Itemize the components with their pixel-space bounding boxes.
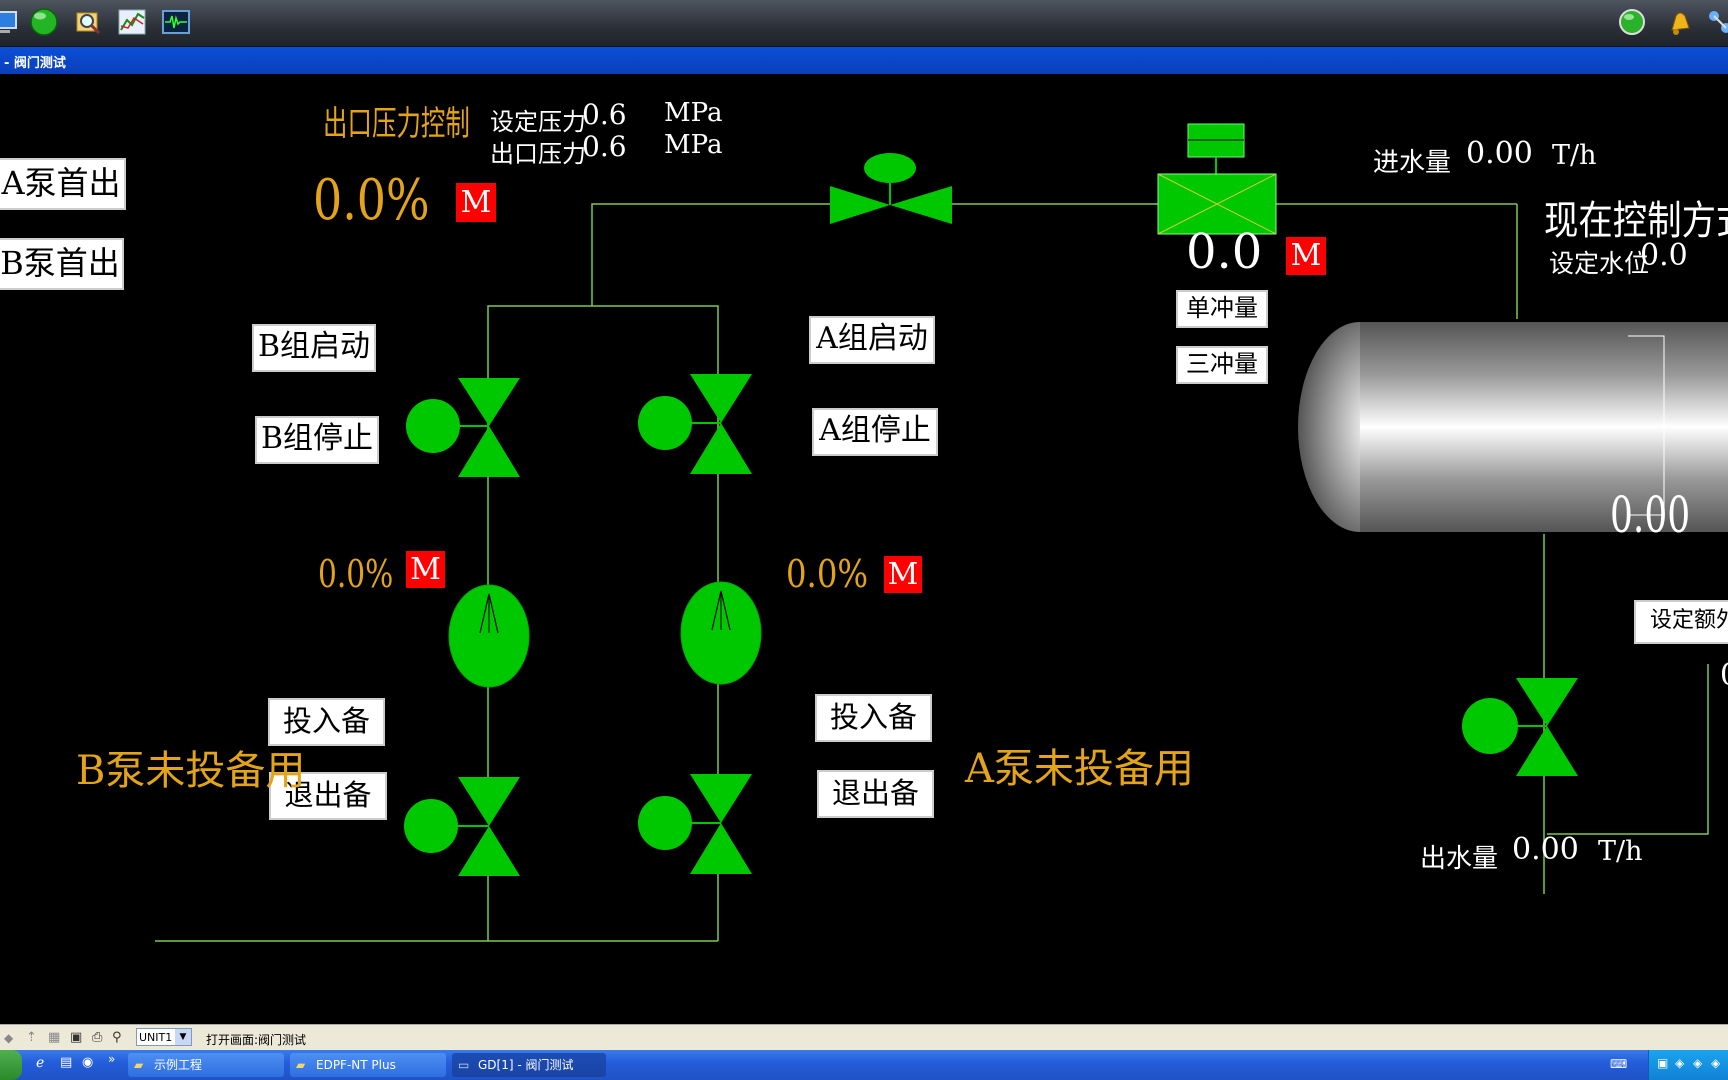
- magnifier-icon[interactable]: [72, 6, 104, 38]
- status-message: 打开画面:阀门测试: [206, 1033, 307, 1047]
- unit-select[interactable]: UNIT1 ▼: [136, 1028, 192, 1046]
- tray-icon[interactable]: ▣: [1657, 1056, 1668, 1070]
- drum-side-value: 0: [1720, 658, 1728, 693]
- a-standby-out-button[interactable]: 退出备用: [817, 770, 934, 852]
- b-pump-mode-indicator[interactable]: M: [406, 551, 445, 588]
- a-outlet-motor-label: M: [651, 731, 682, 764]
- start-button[interactable]: [0, 1050, 22, 1080]
- b-pump[interactable]: [448, 584, 530, 688]
- taskbar-item-gd-valve-test[interactable]: ▭ GD[1] - 阀门测试: [452, 1053, 606, 1077]
- up-icon[interactable]: ⇡: [26, 1030, 37, 1045]
- outflow-unit: T/h: [1598, 836, 1643, 867]
- triple-impulse-button[interactable]: 三冲量: [1176, 346, 1268, 384]
- outlet-pressure-unit: MPa: [664, 130, 723, 160]
- b-outlet-motor-label: M: [417, 734, 448, 767]
- unit-select-value: UNIT1: [139, 1031, 173, 1044]
- a-standby-in-button[interactable]: 投入备用: [815, 694, 932, 776]
- control-mode-label: 现在控制方式为:: [1544, 198, 1728, 244]
- status-green-icon[interactable]: [1616, 6, 1648, 38]
- a-pump-output: 0.0%: [786, 552, 869, 596]
- chevron-down-icon[interactable]: ▼: [175, 1029, 191, 1045]
- b-group-outlet-valve[interactable]: [404, 777, 520, 876]
- taskbar-item-example-project[interactable]: ▰ 示例工程: [128, 1053, 284, 1077]
- a-inlet-motor-label: M: [651, 331, 682, 364]
- oscilloscope-icon[interactable]: [160, 6, 192, 38]
- process-diagram: [155, 123, 1728, 942]
- feed-flow-value: 0.00: [1466, 136, 1533, 171]
- b-group-stop-button[interactable]: B组停止: [255, 416, 379, 464]
- ie-icon[interactable]: ℯ: [36, 1055, 44, 1071]
- outlet-pressure-label: 出口压力: [490, 140, 586, 168]
- outflow-label: 出水量: [1420, 844, 1499, 874]
- b-pump-output: 0.0%: [318, 552, 394, 596]
- top-toolbar: [0, 0, 1728, 47]
- window-title: - 阀门测试: [4, 56, 66, 71]
- print-icon[interactable]: ⎙: [92, 1030, 102, 1045]
- a-group-outlet-valve[interactable]: [638, 774, 752, 874]
- pressure-control-title: 出口压力控制: [323, 104, 470, 144]
- save-icon[interactable]: ▣: [70, 1030, 82, 1045]
- b-group-start-button[interactable]: B组启动: [252, 324, 376, 372]
- folder-icon: ▰: [134, 1058, 144, 1072]
- green-ball-icon[interactable]: [28, 6, 60, 38]
- b-inlet-motor-label: M: [419, 334, 450, 367]
- monitor-icon[interactable]: [0, 6, 22, 38]
- a-group-start-button[interactable]: A组启动: [809, 316, 935, 364]
- set-pressure-unit: MPa: [664, 98, 723, 128]
- extra-setting-button[interactable]: 设定额外的出: [1634, 600, 1728, 644]
- a-pump-first-out-button[interactable]: A泵首出: [0, 158, 126, 210]
- drum-level-value: 0.00: [1610, 486, 1691, 544]
- back-icon[interactable]: ◆: [4, 1031, 13, 1045]
- a-group-stop-button[interactable]: A组停止: [812, 408, 938, 456]
- set-pressure-label: 设定压力: [490, 108, 586, 136]
- set-level-label: 设定水位: [1549, 249, 1650, 278]
- a-pump[interactable]: [680, 581, 762, 685]
- taskbar-item-label: GD[1] - 阀门测试: [478, 1058, 574, 1072]
- desktop-icon[interactable]: ▤: [60, 1055, 72, 1070]
- folder-icon: ▰: [296, 1058, 306, 1072]
- taskbar-item-label: 示例工程: [154, 1058, 203, 1072]
- keyboard-icon[interactable]: ⌨: [1610, 1057, 1627, 1071]
- window-title-bar: - 阀门测试: [0, 47, 1728, 74]
- status-bar: ◆ ⇡ ▦ ▣ ⎙ ⚲ UNIT1 ▼ 打开画面:阀门测试: [0, 1024, 1728, 1051]
- zoom-icon[interactable]: ⚲: [112, 1030, 122, 1045]
- outlet-pressure-value: 0.6: [582, 130, 627, 163]
- grid-icon[interactable]: ▦: [48, 1030, 60, 1045]
- taskbar-item-label: EDPF-NT Plus: [316, 1058, 396, 1072]
- a-pump-mode-indicator[interactable]: M: [884, 556, 922, 593]
- tray-icon[interactable]: ◈: [1693, 1056, 1702, 1070]
- trend-chart-icon[interactable]: [116, 6, 148, 38]
- feed-flow-label: 进水量: [1373, 148, 1452, 178]
- outflow-value: 0.00: [1512, 832, 1579, 867]
- media-icon[interactable]: ◉: [82, 1055, 93, 1070]
- network-icon[interactable]: [1704, 6, 1728, 38]
- feed-regulating-valve[interactable]: [1157, 123, 1277, 235]
- single-impulse-button[interactable]: 单冲量: [1176, 290, 1268, 328]
- taskbar-item-edpf[interactable]: ▰ EDPF-NT Plus: [290, 1053, 446, 1077]
- system-tray: ▣ ◈ ◈ ◈: [1648, 1050, 1728, 1080]
- tray-icon[interactable]: ◈: [1675, 1056, 1684, 1070]
- more-icon[interactable]: »: [108, 1052, 115, 1066]
- tray-icon[interactable]: ◈: [1711, 1056, 1720, 1070]
- feed-valve-mode-indicator[interactable]: M: [1286, 237, 1326, 275]
- windows-taskbar: ℯ ▤ ◉ » ▰ 示例工程 ▰ EDPF-NT Plus ▭ GD[1] - …: [0, 1050, 1728, 1080]
- pressure-mode-indicator[interactable]: M: [456, 183, 496, 222]
- b-pump-first-out-button[interactable]: B泵首出: [0, 238, 124, 290]
- hmi-canvas: M M M M M A泵首出 B泵首出 出口压力控制 设定压力 0.6 MPa …: [0, 74, 1728, 1024]
- a-group-inlet-valve[interactable]: [638, 374, 752, 474]
- feed-control-valve[interactable]: [830, 153, 952, 224]
- a-pump-standby-status: A泵未投备用: [965, 746, 1194, 792]
- pressure-control-output: 0.0%: [313, 168, 430, 233]
- feed-flow-unit: T/h: [1552, 140, 1597, 171]
- set-pressure-value: 0.6: [582, 98, 627, 131]
- feed-valve-output: 0.0: [1186, 224, 1263, 280]
- outflow-motor-label: M: [1475, 634, 1506, 667]
- set-level-value: 0.0: [1640, 238, 1688, 273]
- outflow-valve[interactable]: [1462, 678, 1578, 776]
- bell-icon[interactable]: [1664, 6, 1696, 38]
- b-group-inlet-valve[interactable]: [406, 378, 520, 477]
- b-pump-standby-status: B泵未投备用: [76, 748, 306, 794]
- monitor-icon: ▭: [458, 1058, 470, 1072]
